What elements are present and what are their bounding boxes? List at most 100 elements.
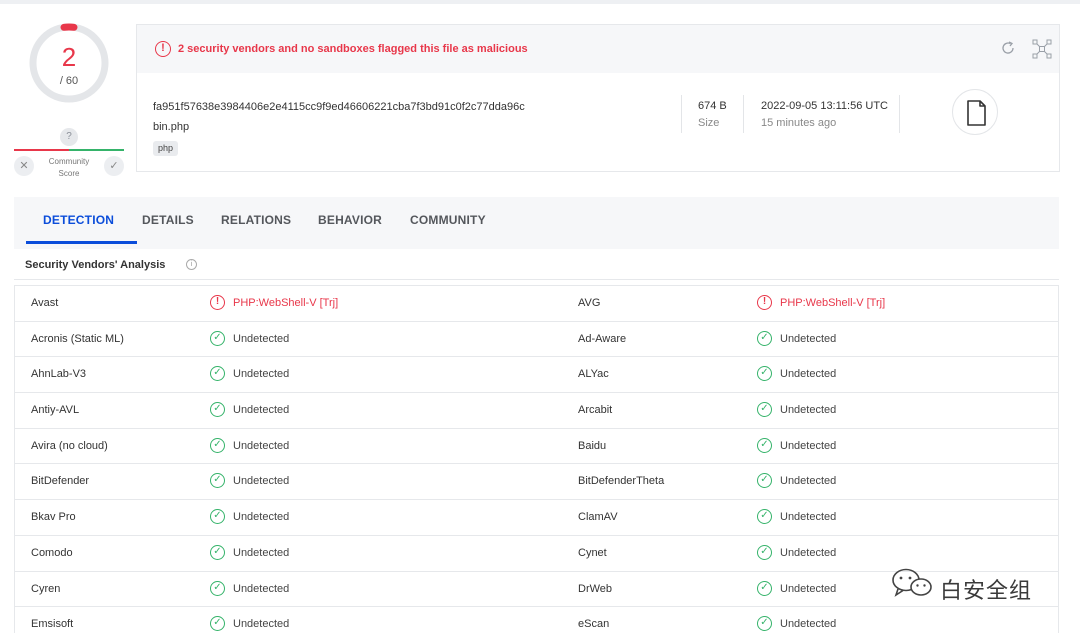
community-label-line1: Community [48,157,90,166]
table-row: Acronis (Static ML) ✓ Undetected Ad-Aware ✓ U… [15,322,1058,358]
detection-result-label: Undetected [233,546,290,559]
detection-result-label: Undetected [233,475,290,488]
check-circle-icon: ✓ [757,580,772,596]
detection-result-label[interactable]: PHP:WebShell-V [Trj] [233,297,338,309]
like-button[interactable]: ✓ [104,156,124,176]
refresh-icon[interactable] [999,39,1017,57]
file-hash[interactable]: fa951f57638e3984406e2e4115cc9f9ed4660622… [153,101,525,113]
detection-result-label: Undetected [780,332,837,345]
check-circle-icon: ✓ [757,473,772,489]
vendor-name: Antiy-AVL [31,404,80,417]
community-question-icon: ? [60,128,78,146]
tab-detection[interactable]: DETECTION [43,213,114,227]
vendor-name: Cynet [578,546,607,559]
section-title: Security Vendors' Analysis [25,259,166,271]
watermark: 白安全组 [888,565,1058,605]
file-size-label: Size [698,117,720,129]
graph-icon[interactable] [1032,39,1052,59]
vendor-name: eScan [578,618,610,631]
vendor-name: AVG [578,297,601,309]
tab-relations[interactable]: RELATIONS [221,213,291,227]
detection-result-label: Undetected [233,439,290,452]
document-icon [967,100,986,126]
vendor-name: ALYac [578,368,609,381]
detection-result-label: Undetected [233,618,290,631]
check-circle-icon: ✓ [210,366,225,382]
vendor-name: Arcabit [578,404,613,417]
check-circle-icon: ✓ [210,473,225,489]
analysis-relative-time: 15 minutes ago [761,117,837,129]
vendor-name: Acronis (Static ML) [31,332,124,345]
vendor-name: Avira (no cloud) [31,439,108,452]
detection-result-label[interactable]: PHP:WebShell-V [Trj] [780,297,885,309]
vendor-name: BitDefender [31,475,90,488]
check-circle-icon: ✓ [757,330,772,346]
detection-result-label: Undetected [780,368,837,381]
check-circle-icon: ✓ [210,580,225,596]
divider [681,95,682,133]
check-circle-icon: ✓ [210,616,225,632]
check-circle-icon: ✓ [210,330,225,346]
detection-result-label: Undetected [233,582,290,595]
detection-result-label: Undetected [780,475,837,488]
detection-result-label: Undetected [780,582,837,595]
detection-result-label: Undetected [233,511,290,524]
active-tab-indicator [26,241,137,244]
detection-result-label: Undetected [780,618,837,631]
vendor-name: Ad-Aware [578,332,627,345]
table-row: Bkav Pro ✓ Undetected ClamAV ✓ Undetected [15,500,1058,536]
check-circle-icon: ✓ [210,402,225,418]
file-type-icon [952,89,998,135]
top-bar [0,0,1080,4]
check-circle-icon: ✓ [757,509,772,525]
detection-count: 2 [61,42,77,72]
detection-result-label: Undetected [780,404,837,417]
vendor-name: Avast [31,297,59,309]
check-circle-icon: ✓ [757,544,772,560]
tab-details[interactable]: DETAILS [142,213,194,227]
analysis-date: 2022-09-05 13:11:56 UTC [761,100,888,112]
check-circle-icon: ✓ [210,544,225,560]
divider [743,95,744,133]
community-score-bar [14,149,124,151]
file-summary-card: ! 2 security vendors and no sandboxes fl… [136,24,1060,172]
check-circle-icon: ✓ [210,437,225,453]
community-score: ? ✕ Community Score ✓ [14,126,124,182]
file-size-value: 674 B [698,100,727,112]
alert-text: 2 security vendors and no sandboxes flag… [178,43,528,55]
table-row: Avira (no cloud) ✓ Undetected Baidu ✓ Undetec… [15,429,1058,465]
tab-behavior[interactable]: BEHAVIOR [318,213,382,227]
check-circle-icon: ✓ [210,509,225,525]
vendor-name: Comodo [31,546,73,559]
wechat-icon [892,568,932,597]
tab-community[interactable]: COMMUNITY [410,213,486,227]
info-icon[interactable]: i [186,259,197,270]
dislike-button[interactable]: ✕ [14,156,34,176]
vendor-name: Emsisoft [31,618,74,631]
watermark-text: 白安全组 [940,578,1033,603]
vendor-name: BitDefenderTheta [578,475,665,488]
check-circle-icon: ✓ [757,366,772,382]
table-row: BitDefender ✓ Undetected BitDefenderTheta ✓ U… [15,464,1058,501]
tab-bar: DETECTION DETAILS RELATIONS BEHAVIOR COM… [14,197,1059,249]
divider [899,95,900,133]
vendor-name: Cyren [31,582,61,595]
community-score-label: Community Score [40,156,98,180]
community-label-line2: Score [58,169,80,178]
detection-total: / 60 [59,75,79,87]
alert-icon: ! [210,295,225,310]
check-circle-icon: ✓ [757,616,772,632]
check-circle-icon: ✓ [757,437,772,453]
detection-result-label: Undetected [780,546,837,559]
detection-result-label: Undetected [233,332,290,345]
detection-result-label: Undetected [233,368,290,381]
table-row: Antiy-AVL ✓ Undetected Arcabit ✓ Undetected [15,393,1058,429]
file-tag[interactable]: php [153,141,179,156]
detection-result-label: Undetected [233,404,290,417]
vendor-name: ClamAV [578,511,618,524]
vendor-name: DrWeb [578,582,613,595]
check-circle-icon: ✓ [757,402,772,418]
detection-result-label: Undetected [780,439,837,452]
table-row: AhnLab-V3 ✓ Undetected ALYac ✓ Undetected [15,357,1058,394]
vendor-name: AhnLab-V3 [31,368,87,381]
